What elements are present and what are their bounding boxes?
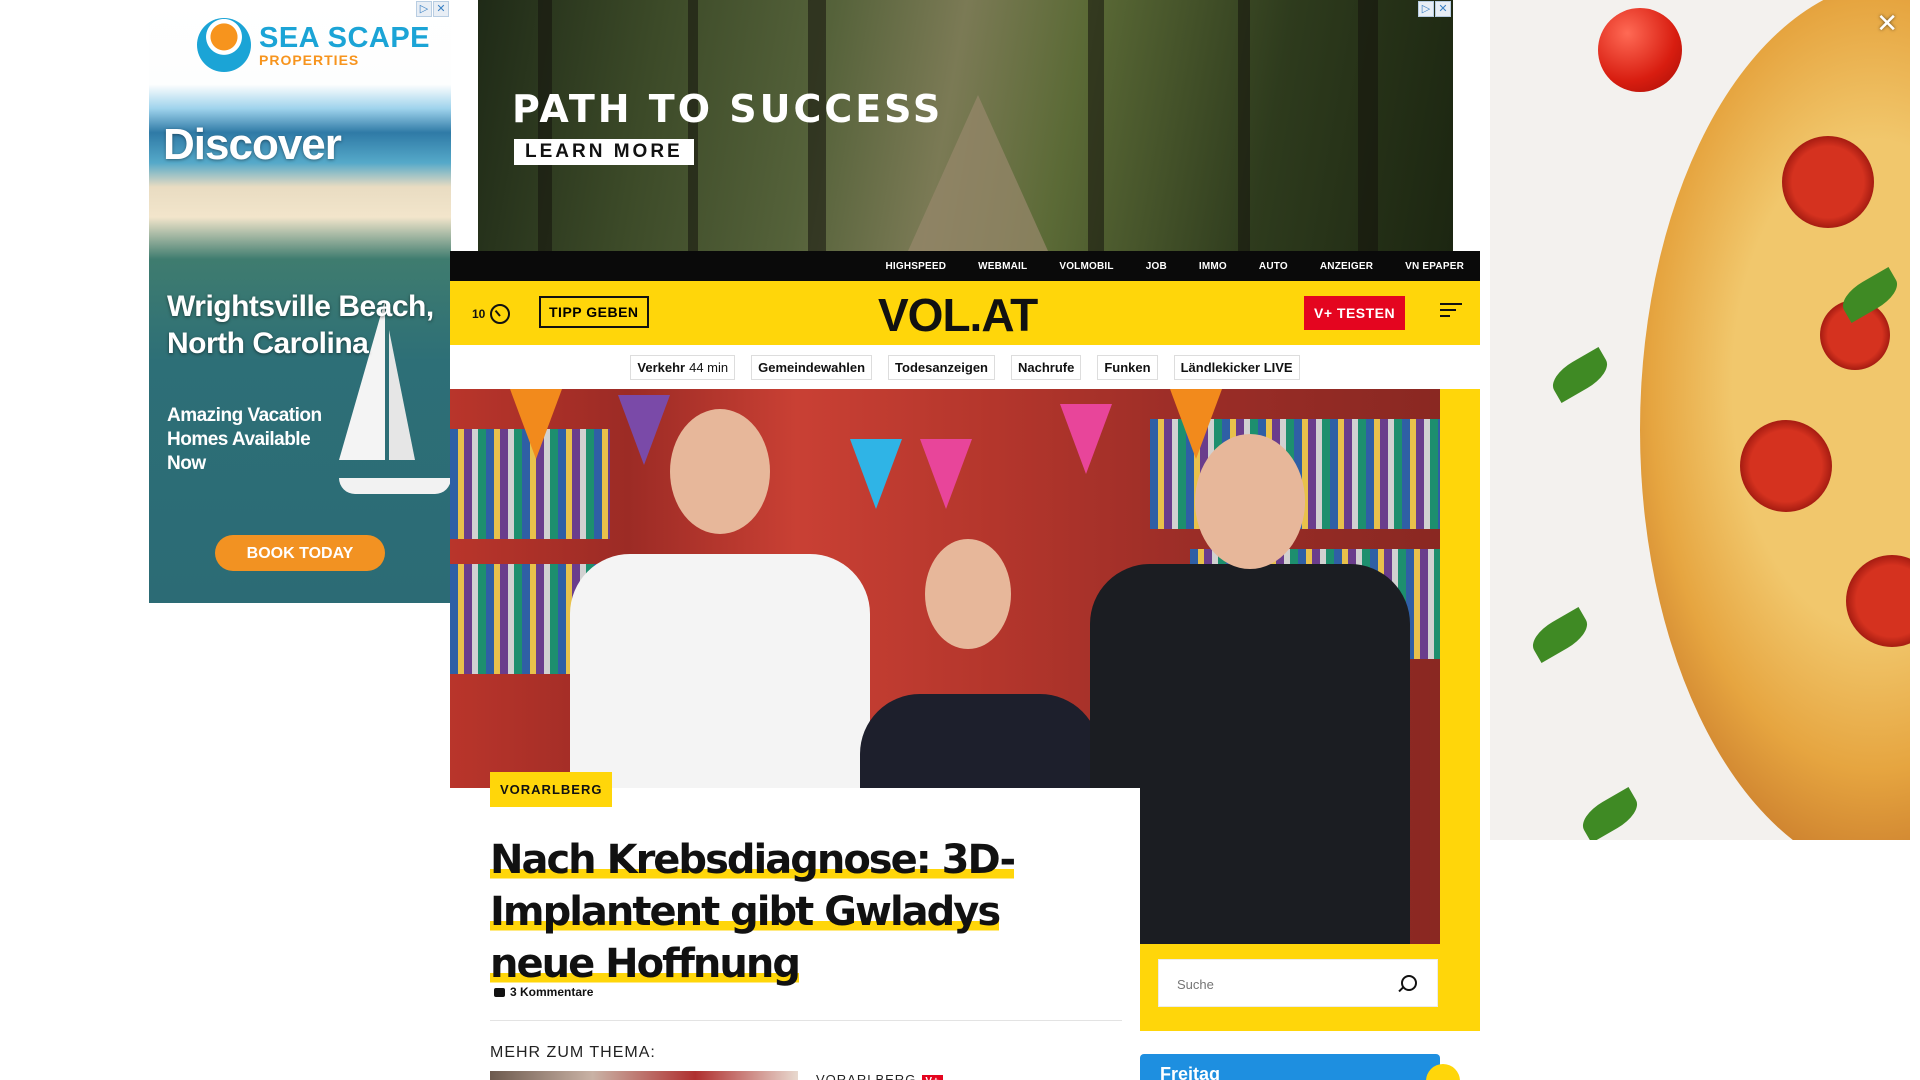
chip-label: Gemeindewahlen [758, 359, 866, 375]
chip-label: Nachrufe [1018, 359, 1075, 375]
search-input[interactable] [1159, 960, 1399, 1008]
topnav-immo[interactable]: IMMO [1199, 261, 1227, 272]
ad-choices-badge[interactable]: ▷ ✕ [416, 1, 449, 17]
basil-leaf [1576, 787, 1644, 840]
related-category[interactable]: VORARLBERG V+ [816, 1072, 943, 1080]
topnav-auto[interactable]: AUTO [1259, 261, 1288, 272]
related-category-label: VORARLBERG [816, 1072, 917, 1080]
bunting-flag [1060, 404, 1112, 474]
tree-trunk [1238, 0, 1250, 251]
related-heading: MEHR ZUM THEMA: [490, 1044, 656, 1061]
chip-label: Funken [1104, 359, 1151, 375]
vplus-badge: V+ [922, 1075, 943, 1080]
weather-widget[interactable]: Freitag [1140, 1054, 1460, 1080]
pepperoni [1782, 136, 1874, 228]
article-headline[interactable]: Nach Krebsdiagnose: 3D-Implantent gibt G… [490, 834, 1110, 990]
seascape-logo: SEA SCAPE PROPERTIES [197, 18, 430, 72]
vplus-testen-button[interactable]: V+ TESTEN [1304, 296, 1406, 330]
ad-info-icon[interactable]: ▷ [1418, 1, 1434, 17]
pizza-image [1640, 0, 1910, 840]
ad-headline: PATH TO SUCCESS [512, 87, 944, 131]
clock-icon [490, 304, 511, 324]
weather-day: Freitag [1160, 1064, 1221, 1080]
ad-location: Wrightsville Beach, North Carolina [167, 290, 434, 360]
chip-label: Ländlekicker LIVE [1180, 359, 1293, 375]
brand-sub: PROPERTIES [259, 51, 360, 68]
chip-sub: 44 min [689, 359, 729, 375]
chip-todesanzeigen[interactable]: Todesanzeigen [888, 354, 995, 380]
topnav-anzeiger[interactable]: ANZEIGER [1320, 261, 1373, 272]
chip-label: Verkehr [637, 359, 686, 375]
man-head [1195, 434, 1305, 569]
category-tag[interactable]: VORARLBERG [490, 772, 613, 807]
search-icon[interactable] [1401, 975, 1417, 991]
ad-headline: Discover [163, 120, 342, 169]
bunting-flag [618, 395, 670, 465]
divider [490, 1020, 1122, 1021]
girl-head [925, 539, 1011, 649]
bunting-flag [850, 439, 902, 509]
tipp-geben-button[interactable]: TIPP GEBEN [539, 296, 649, 328]
related-thumbnail[interactable] [490, 1071, 798, 1080]
quick-links: Verkehr 44 min Gemeindewahlen Todesanzeig… [450, 345, 1480, 389]
menu-search-icon[interactable] [1440, 303, 1462, 323]
brand-name: SEA SCAPE [259, 21, 431, 54]
chip-funken[interactable]: Funken [1097, 354, 1158, 380]
ad-choices-badge[interactable]: ▷ ✕ [1418, 1, 1451, 17]
search-panel [1140, 944, 1480, 1031]
right-pizza-ad[interactable]: ✕ [1490, 0, 1910, 840]
site-header: 10 TIPP GEBEN VOL.AT V+ TESTEN [450, 281, 1480, 345]
learn-more-button[interactable]: LEARN MORE [514, 139, 694, 165]
ad-info-icon[interactable]: ▷ [416, 1, 432, 17]
topnav-webmail[interactable]: WEBMAIL [978, 261, 1027, 272]
search-box[interactable] [1158, 959, 1438, 1008]
bunting-flag [510, 389, 562, 459]
top-leaderboard-ad[interactable]: PATH TO SUCCESS LEARN MORE ▷ ✕ [478, 0, 1453, 251]
basil-leaf [1546, 347, 1614, 403]
vol-at-page: HIGHSPEED WEBMAIL VOLMOBIL JOB IMMO AUTO… [450, 251, 1480, 1080]
ad-close-icon[interactable]: ✕ [1435, 1, 1451, 17]
bunting-flag [920, 439, 972, 509]
topnav-highspeed[interactable]: HIGHSPEED [885, 261, 946, 272]
top-service-nav: HIGHSPEED WEBMAIL VOLMOBIL JOB IMMO AUTO… [450, 251, 1480, 281]
chip-laendlekicker-live[interactable]: Ländlekicker LIVE [1173, 354, 1300, 380]
vol-at-logo[interactable]: VOL.AT [878, 288, 1038, 342]
timer-counter[interactable]: 10 [472, 304, 511, 324]
ad-tagline: Amazing Vacation Homes Available Now [167, 405, 322, 474]
topnav-volmobil[interactable]: VOLMOBIL [1059, 261, 1113, 272]
pepperoni [1740, 420, 1832, 512]
chip-nachrufe[interactable]: Nachrufe [1011, 354, 1082, 380]
wave-logo-icon [197, 18, 251, 72]
chip-gemeindewahlen[interactable]: Gemeindewahlen [751, 354, 873, 380]
tree-trunk [1358, 0, 1378, 251]
tomato-image [1598, 8, 1682, 92]
basil-leaf [1526, 607, 1594, 663]
comment-icon [494, 987, 505, 997]
chip-verkehr[interactable]: Verkehr 44 min [630, 354, 736, 380]
comments-link[interactable]: 3 Kommentare [494, 985, 593, 999]
ad-close-icon[interactable]: ✕ [433, 1, 449, 17]
doctor-head [670, 409, 770, 534]
headline-text[interactable]: Nach Krebsdiagnose: 3D-Implantent gibt G… [490, 837, 1016, 987]
sailboat-hull [339, 478, 451, 494]
sun-icon [1426, 1064, 1460, 1080]
comments-count: 3 Kommentare [510, 985, 594, 999]
book-today-button[interactable]: BOOK TODAY [215, 535, 385, 571]
left-skyscraper-ad[interactable]: ▷ ✕ SEA SCAPE PROPERTIES Discover Wright… [149, 0, 451, 603]
topnav-job[interactable]: JOB [1146, 261, 1167, 272]
lead-article: VORARLBERG Nach Krebsdiagnose: 3D-Implan… [450, 772, 1140, 1080]
chip-label: Todesanzeigen [895, 359, 988, 375]
counter-value: 10 [472, 307, 486, 321]
topnav-vn-epaper[interactable]: VN EPAPER [1405, 261, 1464, 272]
close-icon[interactable]: ✕ [1876, 8, 1898, 39]
